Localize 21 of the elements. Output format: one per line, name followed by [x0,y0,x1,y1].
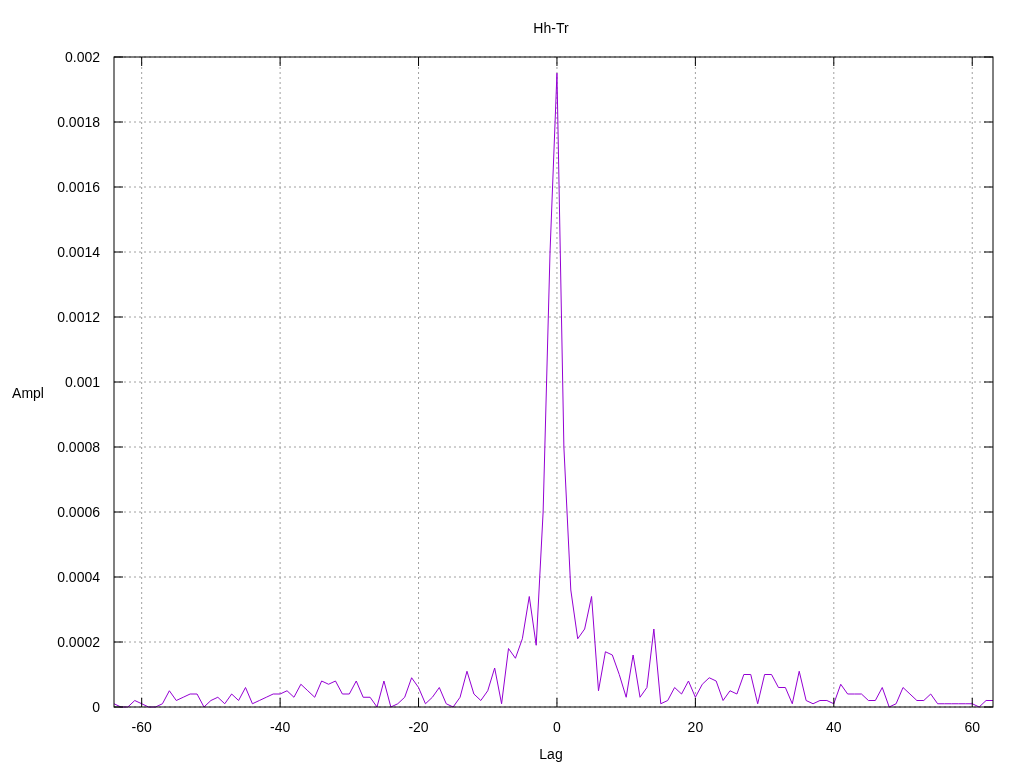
y-tick-label: 0.0014 [57,244,100,260]
y-tick-label: 0.0006 [57,504,100,520]
x-tick-label: 60 [964,719,981,735]
y-tick-label: 0.0016 [57,179,100,195]
y-tick-label: 0.0002 [57,634,100,650]
x-tick-label: 20 [687,719,704,735]
x-tick-label: -60 [131,719,152,735]
y-tick-label: 0.002 [64,49,100,65]
chart-title: Hh-Tr [533,20,569,36]
y-axis-label: Ampl [12,385,44,401]
x-tick-label: 0 [553,719,561,735]
x-tick-label: 40 [826,719,842,735]
y-tick-label: 0.0018 [57,114,100,130]
y-tick-label: 0 [92,699,100,715]
y-tick-label: 0.0004 [57,569,100,585]
x-tick-label: -40 [270,719,291,735]
y-tick-label: 0.001 [64,374,100,390]
y-tick-label: 0.0008 [57,439,100,455]
x-tick-label: -20 [408,719,429,735]
y-tick-label: 0.0012 [57,309,100,325]
x-axis-label: Lag [539,746,563,762]
